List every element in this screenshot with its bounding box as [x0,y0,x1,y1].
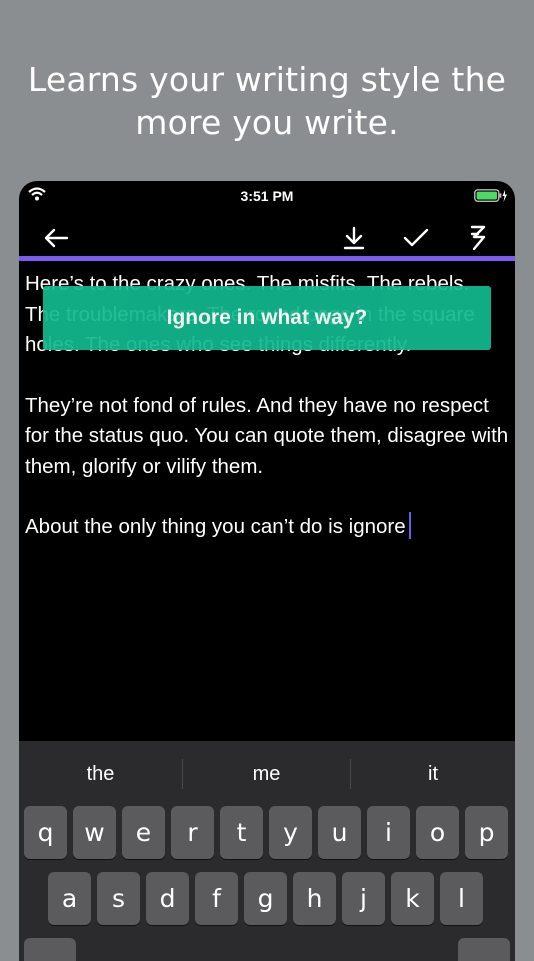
suggestion-bar: the me it [19,741,515,805]
phone-screen: 3:51 PM Here’s to the crazy ones. The mi… [19,181,515,961]
toolbar-accent-line [19,256,515,261]
back-arrow-icon [44,228,69,248]
suggestion-3[interactable]: it [351,763,515,786]
key-d[interactable]: d [146,872,189,925]
key-h[interactable]: h [293,872,336,925]
key-j[interactable]: j [342,872,385,925]
key-u[interactable]: u [318,806,361,859]
key-t[interactable]: t [220,806,263,859]
headline-line-1: Learns your writing style the [27,60,507,99]
suggestion-2[interactable]: me [183,763,350,786]
checkmark-icon [403,228,429,247]
key-w[interactable]: w [73,806,116,859]
key-o[interactable]: o [416,806,459,859]
key-a[interactable]: a [48,872,91,925]
key-g[interactable]: g [244,872,287,925]
headline-line-2: more you write. [135,103,399,142]
key-p[interactable]: p [465,806,508,859]
key-k[interactable]: k [391,872,434,925]
lightning-button[interactable] [463,223,493,253]
keyboard: the me it q w e r t y u i o p a s d f g … [19,741,515,961]
status-bar: 3:51 PM [19,181,515,211]
editor-paragraph-2: They’re not fond of rules. And they have… [25,393,509,478]
key-q[interactable]: q [24,806,67,859]
text-cursor [408,512,411,539]
done-button[interactable] [401,223,431,253]
key-e[interactable]: e [122,806,165,859]
status-time: 3:51 PM [240,188,294,204]
key-r[interactable]: r [171,806,214,859]
back-button[interactable] [41,223,71,253]
key-s[interactable]: s [97,872,140,925]
suggestion-1[interactable]: the [19,763,182,786]
key-f[interactable]: f [195,872,238,925]
key-i[interactable]: i [367,806,410,859]
battery-charging-icon [474,189,508,208]
key-l[interactable]: l [440,872,483,925]
suggestion-toast[interactable]: Ignore in what way? [43,286,491,350]
key-y[interactable]: y [269,806,312,859]
marketing-headline: Learns your writing style the more you w… [0,58,534,144]
download-icon [343,226,365,250]
download-button[interactable] [339,223,369,253]
editor-toolbar [19,215,515,259]
editor-paragraph-3: About the only thing you can’t do is ign… [25,512,509,543]
lightning-icon [470,225,486,251]
editor-paragraph-3-text: About the only thing you can’t do is ign… [25,515,406,538]
